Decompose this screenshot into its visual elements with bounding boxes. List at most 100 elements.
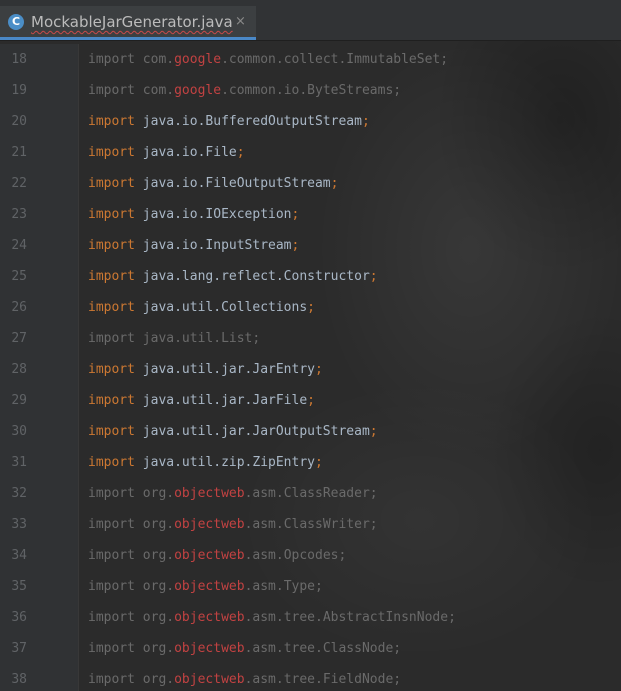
semicolon: ; (291, 207, 300, 222)
semicolon: ; (314, 362, 323, 377)
package-path: java.util.zip.ZipEntry (142, 455, 315, 470)
code-line[interactable]: 34 import org.objectweb.asm.Opcodes; (0, 540, 621, 571)
code-line[interactable]: 26 import java.util.Collections; (0, 292, 621, 323)
tab-mockable-jar-generator[interactable]: C MockableJarGenerator.java × (0, 6, 256, 40)
package-path: java.util.jar.JarEntry (142, 362, 315, 377)
code-line[interactable]: 27 import java.util.List; (0, 323, 621, 354)
code-line[interactable]: 38 import org.objectweb.asm.tree.FieldNod… (0, 664, 621, 691)
import-statement: import java.io.File; (88, 137, 245, 168)
semicolon: ; (369, 517, 378, 532)
line-number: 37 (11, 641, 27, 656)
import-statement: import org.objectweb.asm.ClassWriter; (88, 509, 378, 540)
code-line[interactable]: 21 import java.io.File; (0, 137, 621, 168)
unresolved-package-segment: objectweb (174, 486, 245, 501)
package-path: java.util.jar.JarFile (142, 393, 308, 408)
import-statement: import java.io.BufferedOutputStream; (88, 106, 370, 137)
package-path: java.util.Collections (142, 300, 308, 315)
code-line[interactable]: 30 import java.util.jar.JarOutputStream; (0, 416, 621, 447)
package-path: com. (142, 52, 175, 67)
line-number: 23 (11, 207, 27, 222)
unresolved-package-segment: objectweb (174, 672, 245, 687)
code-line[interactable]: 22 import java.io.FileOutputStream; (0, 168, 621, 199)
semicolon: ; (369, 424, 378, 439)
import-statement: import com.google.common.io.ByteStreams; (88, 75, 401, 106)
import-keyword: import (88, 672, 135, 687)
import-statement: import java.lang.reflect.Constructor; (88, 261, 378, 292)
code-line[interactable]: 32 import org.objectweb.asm.ClassReader; (0, 478, 621, 509)
line-number: 18 (11, 52, 27, 67)
package-path: org. (142, 610, 175, 625)
code-line[interactable]: 33 import org.objectweb.asm.ClassWriter; (0, 509, 621, 540)
package-path-rest: .common.collect.ImmutableSet (221, 52, 441, 67)
import-statement: import org.objectweb.asm.Type; (88, 571, 323, 602)
semicolon: ; (307, 393, 315, 408)
package-path: java.io.IOException (142, 207, 292, 222)
code-editor[interactable]: 18 import com.google.common.collect.Immut… (0, 44, 621, 691)
package-path-rest: .asm.ClassReader (244, 486, 370, 501)
package-path: org. (142, 641, 175, 656)
line-number: 38 (11, 672, 27, 687)
code-line[interactable]: 36 import org.objectweb.asm.tree.Abstract… (0, 602, 621, 633)
import-statement: import org.objectweb.asm.tree.AbstractIn… (88, 602, 456, 633)
code-line[interactable]: 20 import java.io.BufferedOutputStream; (0, 106, 621, 137)
import-statement: import java.io.InputStream; (88, 230, 299, 261)
line-number: 31 (11, 455, 27, 470)
import-keyword: import (88, 424, 135, 439)
line-number: 19 (11, 83, 27, 98)
code-line[interactable]: 29 import java.util.jar.JarFile; (0, 385, 621, 416)
import-keyword: import (88, 269, 135, 284)
line-number: 30 (11, 424, 27, 439)
import-keyword: import (88, 52, 135, 67)
code-line[interactable]: 23 import java.io.IOException; (0, 199, 621, 230)
code-line[interactable]: 37 import org.objectweb.asm.tree.ClassNod… (0, 633, 621, 664)
code-line[interactable]: 24 import java.io.InputStream; (0, 230, 621, 261)
line-number: 32 (11, 486, 27, 501)
import-keyword: import (88, 610, 135, 625)
import-keyword: import (88, 114, 135, 129)
line-number: 27 (11, 331, 27, 346)
code-line[interactable]: 31 import java.util.zip.ZipEntry; (0, 447, 621, 478)
import-statement: import org.objectweb.asm.tree.ClassNode; (88, 633, 401, 664)
semicolon: ; (315, 579, 323, 594)
semicolon: ; (330, 176, 339, 191)
import-statement: import org.objectweb.asm.tree.FieldNode; (88, 664, 401, 691)
semicolon: ; (440, 52, 449, 67)
import-statement: import java.util.zip.ZipEntry; (88, 447, 323, 478)
tab-title: MockableJarGenerator.java (31, 13, 233, 31)
line-number: 22 (11, 176, 27, 191)
import-statement: import java.io.IOException; (88, 199, 299, 230)
semicolon: ; (393, 83, 402, 98)
unresolved-package-segment: objectweb (174, 517, 245, 532)
code-line[interactable]: 25 import java.lang.reflect.Constructor; (0, 261, 621, 292)
import-keyword: import (88, 548, 135, 563)
unresolved-package-segment: google (174, 83, 222, 98)
code-line[interactable]: 28 import java.util.jar.JarEntry; (0, 354, 621, 385)
semicolon: ; (393, 641, 402, 656)
package-path: org. (142, 517, 175, 532)
package-path: com. (142, 83, 175, 98)
semicolon: ; (448, 610, 456, 625)
semicolon: ; (314, 455, 323, 470)
package-path-rest: .asm.Type (244, 579, 316, 594)
code-line[interactable]: 18 import com.google.common.collect.Immut… (0, 44, 621, 75)
import-keyword: import (88, 579, 135, 594)
package-path-rest: .asm.tree.ClassNode (244, 641, 394, 656)
line-number: 26 (11, 300, 27, 315)
import-statement: import com.google.common.collect.Immutab… (88, 44, 448, 75)
line-number: 33 (11, 517, 27, 532)
close-icon[interactable]: × (235, 14, 246, 30)
import-keyword: import (88, 455, 135, 470)
package-path-rest: .asm.ClassWriter (244, 517, 370, 532)
package-path: java.io.InputStream (142, 238, 292, 253)
package-path-rest: .asm.tree.FieldNode (244, 672, 394, 687)
line-number: 20 (11, 114, 27, 129)
line-number: 25 (11, 269, 27, 284)
semicolon: ; (369, 486, 378, 501)
semicolon: ; (291, 238, 300, 253)
code-line[interactable]: 19 import com.google.common.io.ByteStream… (0, 75, 621, 106)
code-line[interactable]: 35 import org.objectweb.asm.Type; (0, 571, 621, 602)
import-keyword: import (88, 331, 135, 346)
editor-tab-bar: C MockableJarGenerator.java × (0, 0, 621, 41)
import-statement: import java.util.Collections; (88, 292, 315, 323)
package-path: java.io.BufferedOutputStream (142, 114, 362, 129)
